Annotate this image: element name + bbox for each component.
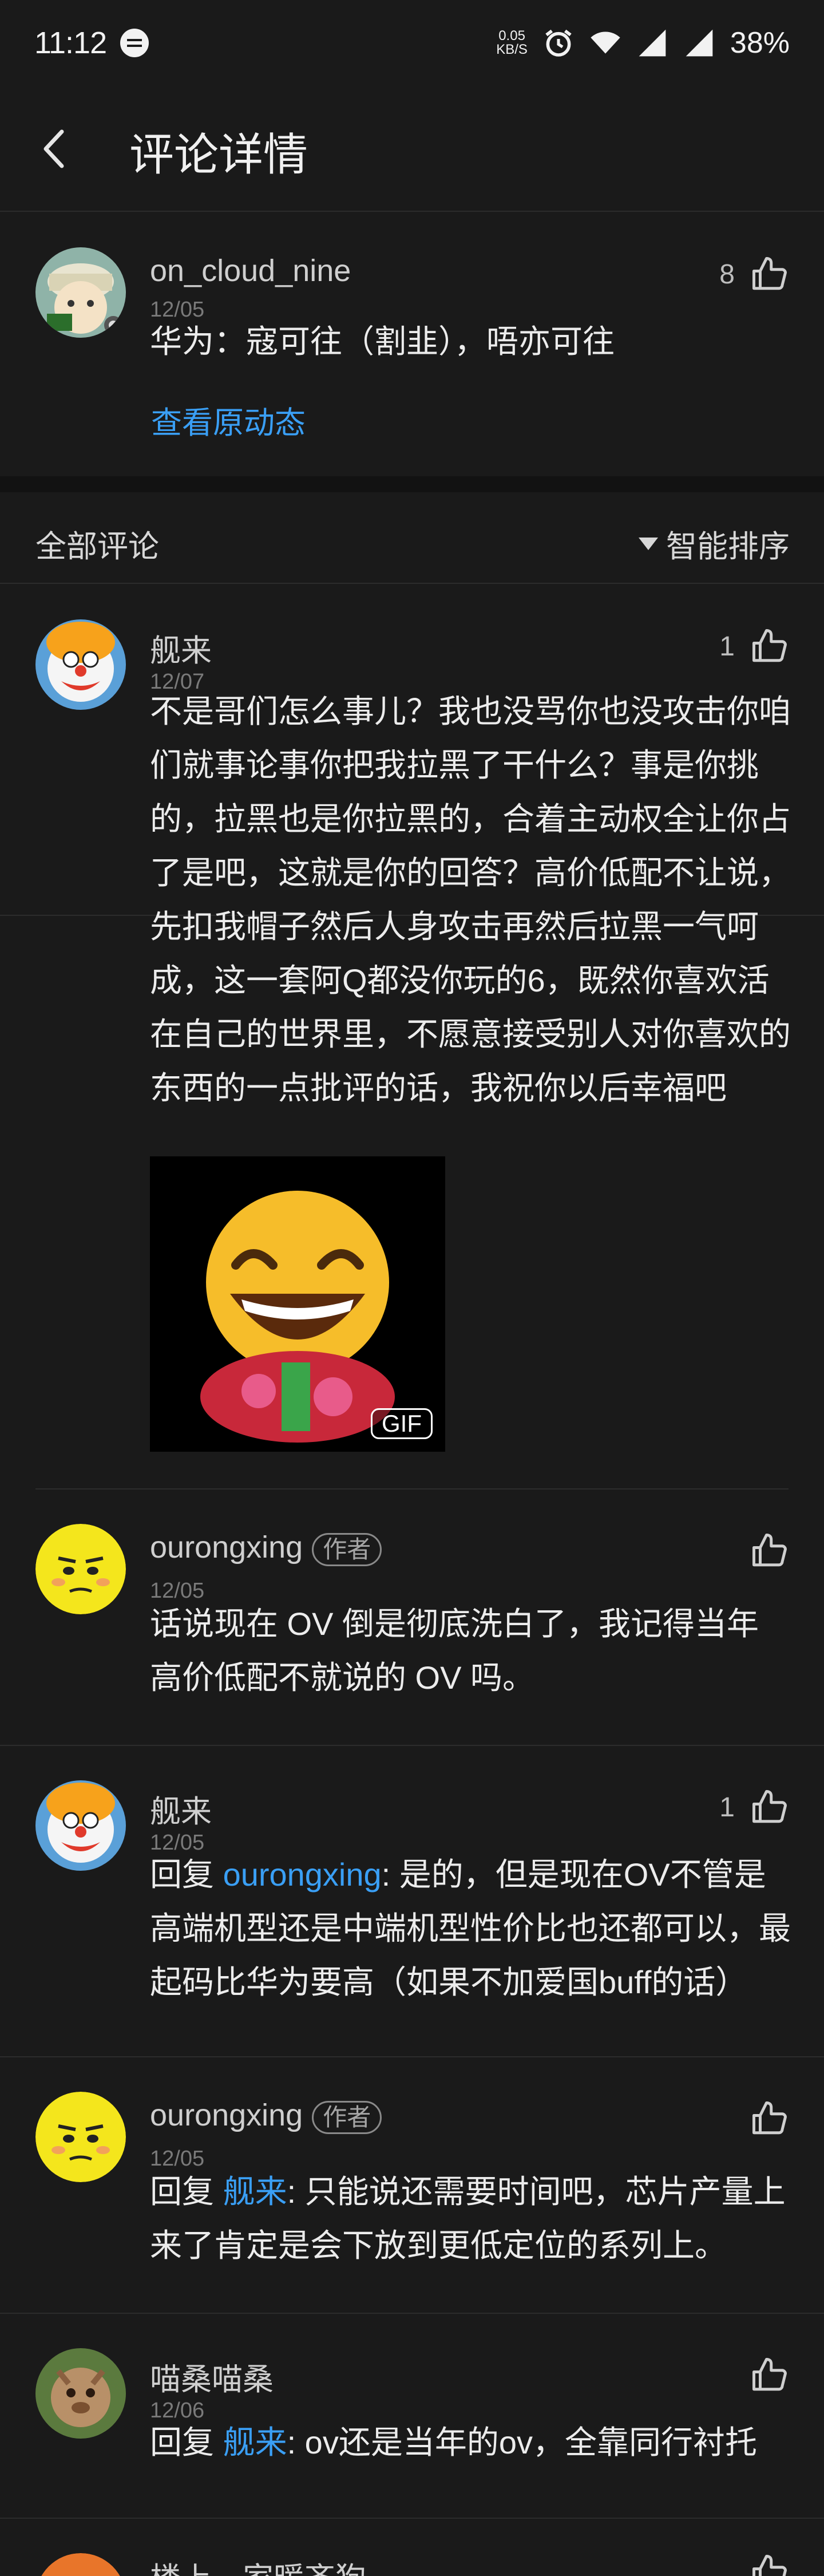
reply-to-user[interactable]: 舰来 — [223, 2174, 287, 2210]
status-right: 0.05 KB/S 38% — [496, 26, 790, 60]
status-time: 11:12 — [34, 26, 107, 60]
comment-text: 华为：寇可往（割韭），唔亦可往 — [150, 323, 615, 359]
comment-item: ourongxing 作者 12/05 话说现在 OV 倒是彻底洗白了，我记得当年… — [0, 1490, 824, 1746]
comment-item: 舰来 12/05 1 回复 ourongxing: 是的，但是现在OV不管是高端… — [0, 1746, 824, 2057]
thumbs-up-icon — [752, 2358, 787, 2391]
thumbs-up-icon — [752, 2101, 787, 2135]
comment-text: 回复 舰来: 只能说还需要时间吧，芯片产量上来了肯定是会下放到更低定位的系列上。 — [150, 2165, 791, 2273]
network-speed-value: 0.05 — [498, 28, 525, 44]
network-speed: 0.05 KB/S — [496, 29, 528, 57]
page-title: 评论详情 — [129, 129, 308, 180]
original-comment: on_cloud_nine 12/05 华为：寇可往（割韭），唔亦可往 查看原动… — [0, 213, 824, 476]
comment-text: 不是哥们怎么事儿？我也没骂你也没攻击你咱们就事论事你把我拉黑了干什么？事是你挑的… — [150, 693, 791, 1106]
thumbs-up-icon — [752, 257, 787, 290]
avatar[interactable] — [35, 619, 126, 710]
comment-item: ourongxing 作者 12/05 回复 舰来: 只能说还需要时间吧，芯片产量… — [0, 2057, 824, 2314]
header: 评论详情 — [0, 86, 824, 212]
comment-username[interactable]: 楼上…家暖齐狗 — [150, 2553, 366, 2576]
like-button[interactable]: 1 — [719, 627, 789, 665]
avatar[interactable] — [35, 2348, 126, 2439]
author-tag: 作者 — [312, 1532, 382, 1566]
reply-prefix: 回复 — [150, 2424, 223, 2460]
section-divider — [0, 476, 824, 492]
signal-icon — [639, 29, 666, 57]
thumbs-up-icon — [752, 629, 787, 662]
comment-username-row: ourongxing 作者 — [150, 1530, 382, 1566]
avatar[interactable] — [35, 247, 126, 338]
sort-label: 智能排序 — [666, 530, 790, 564]
comments-section-header: 全部评论 智能排序 — [0, 492, 824, 584]
gif-image[interactable]: GIF — [150, 1156, 445, 1452]
reply-to-user[interactable]: 舰来 — [223, 2424, 287, 2460]
thumbs-up-icon — [752, 1790, 787, 1823]
reply-prefix: 回复 — [150, 1856, 223, 1893]
comment-username[interactable]: ourongxing — [150, 1530, 303, 1564]
like-button[interactable] — [735, 1532, 789, 1570]
like-button[interactable]: 8 — [719, 255, 789, 293]
reply-prefix: 回复 — [150, 2174, 223, 2210]
comment-text: 回复 舰来: ov还是当年的ov，全靠同行衬托 — [150, 2416, 791, 2470]
like-button[interactable] — [751, 2553, 789, 2576]
comment-username[interactable]: 喵桑喵桑 — [150, 2354, 274, 2399]
all-comments-title: 全部评论 — [35, 530, 159, 564]
comment-text: 话说现在 OV 倒是彻底洗白了，我记得当年高价低配不就说的 OV 吗。 — [150, 1606, 759, 1696]
comment-username[interactable]: 舰来 — [150, 1786, 212, 1831]
avatar[interactable] — [35, 2092, 126, 2182]
battery-level: 38% — [730, 26, 790, 60]
avatar[interactable] — [35, 1524, 126, 1614]
status-bar: 11:12 0.05 KB/S 38% — [0, 0, 824, 86]
avatar[interactable] — [35, 1780, 126, 1871]
alarm-icon — [545, 29, 572, 57]
comment-username-row: ourongxing 作者 — [150, 2097, 382, 2134]
like-count: 8 — [719, 259, 735, 290]
sort-dropdown[interactable]: 智能排序 — [639, 521, 790, 566]
thumbs-up-icon — [752, 1534, 787, 1567]
like-button[interactable]: 1 — [719, 1788, 789, 1826]
author-tag: 作者 — [312, 2100, 382, 2134]
message-icon — [120, 29, 149, 57]
comment-item: 楼上…家暖齐狗 — [0, 2519, 824, 2576]
comment-text: 回复 ourongxing: 是的，但是现在OV不管是高端机型还是中端机型性价比… — [150, 1848, 791, 2009]
network-speed-unit: KB/S — [496, 42, 528, 57]
avatar[interactable] — [35, 2553, 126, 2576]
reply-to-user[interactable]: ourongxing — [223, 1856, 382, 1893]
reply-body: : ov还是当年的ov，全靠同行衬托 — [287, 2424, 757, 2460]
gif-badge: GIF — [371, 1408, 433, 1439]
wifi-icon — [591, 31, 620, 54]
comment-username[interactable]: ourongxing — [150, 2098, 303, 2132]
sort-triangle-icon — [639, 537, 658, 550]
view-original-link[interactable]: 查看原动态 — [151, 397, 306, 442]
like-button[interactable] — [735, 2356, 789, 2394]
comment-username[interactable]: 舰来 — [150, 625, 212, 670]
thumbs-up-icon — [752, 2555, 787, 2576]
back-arrow-icon[interactable] — [32, 126, 78, 172]
comment-username[interactable]: on_cloud_nine — [150, 253, 351, 289]
like-count: 1 — [719, 631, 735, 662]
like-count: 1 — [719, 1792, 735, 1823]
like-button[interactable] — [735, 2100, 789, 2138]
comment-item: 喵桑喵桑 12/06 回复 舰来: ov还是当年的ov，全靠同行衬托 — [0, 2314, 824, 2519]
signal-icon-2 — [686, 29, 713, 57]
